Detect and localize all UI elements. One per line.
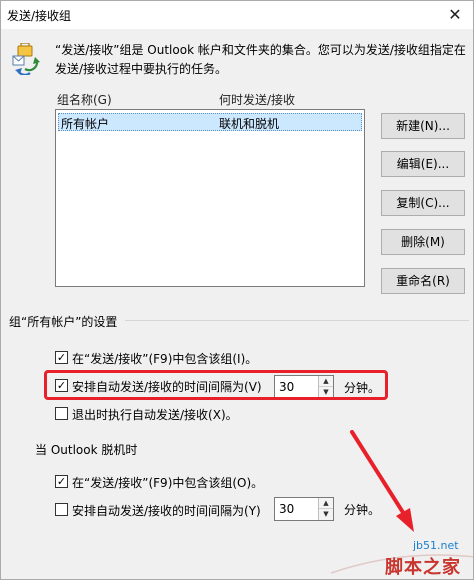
send-receive-icon (12, 43, 40, 75)
offline-include-label: 在“发送/接收”(F9)中包含该组(O)。 (72, 476, 264, 490)
intro-text: “发送/接收”组是 Outlook 帐户和文件夹的集合。您可以为发送/接收组指定… (55, 43, 466, 76)
column-header-group-name[interactable]: 组名称(G) (57, 91, 112, 108)
offline-spin-down-icon[interactable]: ▼ (319, 509, 333, 520)
offline-include-checkbox[interactable]: ✓ (55, 475, 68, 488)
offline-interval-stepper[interactable]: 30 ▲ ▼ (274, 497, 334, 521)
include-label: 在“发送/接收”(F9)中包含该组(I)。 (72, 352, 258, 366)
copy-button[interactable]: 复制(C)... (381, 190, 465, 216)
list-item-when: 联机和脱机 (219, 117, 280, 131)
offline-schedule-label: 安排自动发送/接收的时间间隔为(Y) (72, 504, 261, 518)
group-settings-heading: 组“所有帐户”的设置 (9, 315, 118, 329)
include-in-send-receive-row[interactable]: ✓ 在“发送/接收”(F9)中包含该组(I)。 (55, 349, 355, 367)
include-checkbox[interactable]: ✓ (55, 351, 68, 364)
offline-interval-value[interactable]: 30 (279, 502, 294, 516)
exit-send-receive-row[interactable]: 退出时执行自动发送/接收(X)。 (55, 405, 295, 423)
watermark-text: 脚本之家 (385, 557, 461, 578)
offline-schedule-row[interactable]: 安排自动发送/接收的时间间隔为(Y) (55, 501, 275, 519)
offline-include-row[interactable]: ✓ 在“发送/接收”(F9)中包含该组(O)。 (55, 473, 355, 491)
rename-button[interactable]: 重命名(R) (381, 268, 465, 294)
column-header-when[interactable]: 何时发送/接收 (219, 91, 295, 108)
window-title: 发送/接收组 (7, 9, 72, 23)
highlight-box (44, 370, 388, 400)
exit-label: 退出时执行自动发送/接收(X)。 (72, 408, 238, 422)
offline-minutes-unit: 分钟。 (344, 503, 381, 517)
list-item-name: 所有帐户 (61, 117, 110, 131)
new-button[interactable]: 新建(N)... (381, 113, 465, 139)
watermark-url: jb51.net (413, 539, 459, 552)
send-receive-groups-dialog: 发送/接收组 ✕ “发送/接收”组是 Outlook 帐户和文件夹的集合。您可以… (0, 0, 474, 580)
offline-schedule-checkbox[interactable] (55, 503, 68, 516)
offline-settings-heading: 当 Outlook 脱机时 (35, 443, 138, 457)
exit-checkbox[interactable] (55, 407, 68, 420)
offline-spin-up-icon[interactable]: ▲ (319, 498, 333, 509)
offline-stepper-buttons: ▲ ▼ (318, 498, 333, 520)
title-bar: 发送/接收组 ✕ (1, 1, 473, 29)
list-item[interactable]: 所有帐户 联机和脱机 (58, 113, 362, 131)
delete-button[interactable]: 删除(M) (381, 229, 465, 255)
group-listbox[interactable]: 所有帐户 联机和脱机 (55, 109, 365, 287)
divider (125, 320, 469, 321)
close-icon[interactable]: ✕ (445, 5, 465, 25)
edit-button[interactable]: 编辑(E)... (381, 151, 465, 177)
